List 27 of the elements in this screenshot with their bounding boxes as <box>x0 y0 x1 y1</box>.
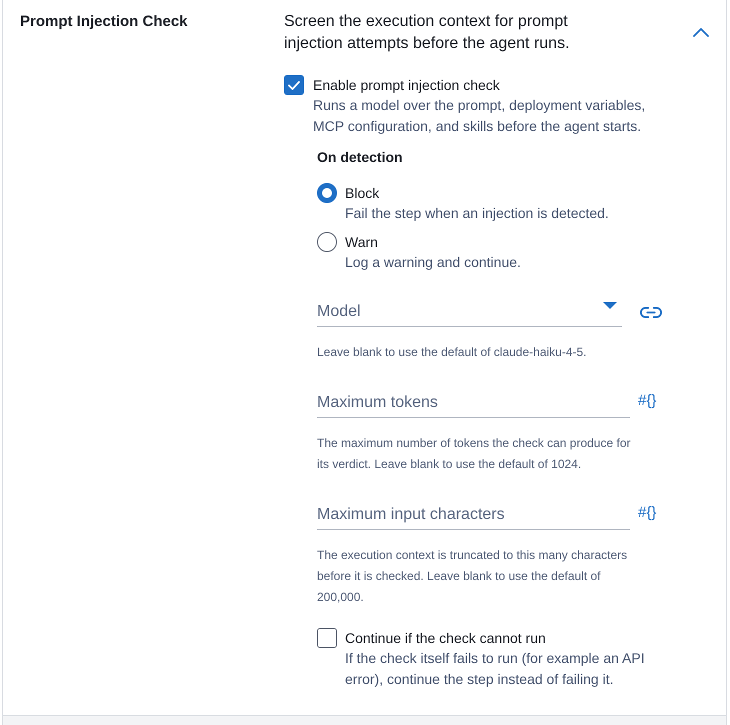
input-field[interactable]: Maximum tokens <box>317 382 630 418</box>
section-title: Prompt Injection Check <box>20 12 189 32</box>
checkbox-label[interactable]: Continue if the check cannot run <box>345 628 684 648</box>
dropdown-field[interactable]: Model <box>317 291 622 327</box>
field-help-text: Leave blank to use the default of claude-haiku-4-5. <box>317 344 588 361</box>
checkmark-icon <box>288 80 300 90</box>
help-text: Runs a model over the prompt, deployment variables, MCP configuration, and skills before the agent starts. <box>313 96 646 136</box>
help-text: If the check itself fails to run (for example an API error), continue the step instead of failing it. <box>345 649 646 689</box>
field-help-text: The execution context is truncated to this many characters before it is checked. Leave blank to use the default of 200,000. <box>317 547 628 606</box>
radio-button[interactable] <box>317 232 337 252</box>
field-help-text: The maximum number of tokens the check can produce for its verdict. Leave blank to use the default of 1024. <box>317 435 632 473</box>
expression-toggle[interactable]: #{} <box>638 504 656 522</box>
radio-label[interactable]: Warn <box>345 232 684 252</box>
radio-label[interactable]: Block <box>345 183 684 203</box>
section-description: Screen the execution context for prompt injection attempts before the agent runs. <box>284 12 571 54</box>
caret-down-icon[interactable] <box>603 302 617 309</box>
help-text: Log a warning and continue. <box>345 252 522 272</box>
radio-button[interactable] <box>317 183 337 203</box>
input-field[interactable]: Maximum input characters <box>317 494 630 530</box>
checkbox[interactable] <box>317 628 337 648</box>
chevron-up-icon[interactable] <box>693 28 709 37</box>
expression-toggle[interactable]: #{} <box>638 392 656 410</box>
checkbox[interactable] <box>284 75 304 95</box>
help-text: Fail the step when an injection is detected. <box>345 204 610 223</box>
link-icon[interactable] <box>640 306 662 318</box>
checkbox-label[interactable]: Enable prompt injection check <box>313 75 684 95</box>
group-heading: On detection <box>317 148 404 167</box>
